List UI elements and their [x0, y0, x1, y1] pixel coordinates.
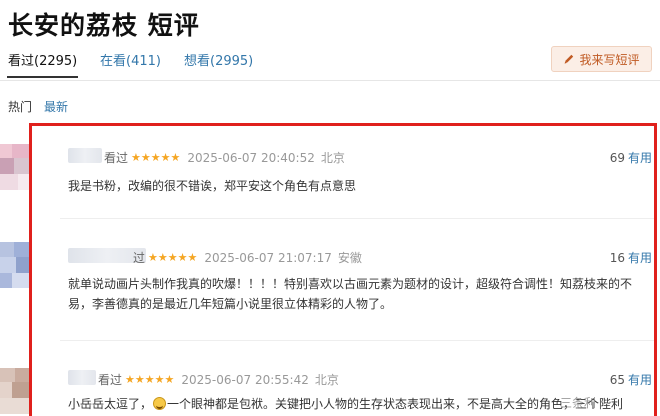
star-icon: ★	[125, 373, 135, 386]
comment-meta: 看过 ★ ★ ★ ★ ★ 2025-06-07 20:55:42 北京	[98, 371, 339, 388]
sort-hot[interactable]: 热门	[8, 98, 32, 115]
vote-count: 69	[609, 151, 625, 165]
pencil-icon	[565, 54, 574, 64]
comment-text-end: 一个眼神都是包袱。关键把小人物的生存状态表现出来，不是高大全的角色，三个陛利	[167, 397, 624, 411]
comment-meta: 过 ★ ★ ★ ★ ★ 2025-06-07 21:07:17 安徽	[133, 249, 362, 266]
star-icon: ★	[187, 251, 198, 264]
rating-stars: ★ ★ ★ ★ ★	[148, 252, 197, 263]
useful-button[interactable]: 有用	[628, 251, 652, 265]
comment-time: 2025-06-07 20:55:42	[181, 372, 309, 387]
watch-status: 看过	[98, 373, 123, 387]
rating-stars: ★ ★ ★ ★ ★	[125, 374, 174, 385]
useful-vote[interactable]: 65 有用	[610, 371, 652, 388]
star-icon: ★	[140, 151, 151, 164]
grinning-emoji-icon	[153, 397, 167, 410]
vote-count: 65	[609, 373, 625, 387]
comment-meta: 看过 ★ ★ ★ ★ ★ 2025-06-07 20:40:52 北京	[104, 149, 345, 166]
comment-time: 2025-06-07 21:07:17	[204, 250, 332, 265]
star-icon: ★	[131, 151, 141, 164]
write-review-button[interactable]: 我来写短评	[551, 46, 652, 72]
comment-divider	[60, 340, 654, 341]
useful-vote[interactable]: 69 有用	[610, 149, 652, 166]
comment-location: 北京	[320, 151, 345, 165]
write-review-label: 我来写短评	[579, 52, 640, 67]
tabs-divider	[0, 80, 660, 81]
star-icon: ★	[177, 251, 188, 264]
useful-vote[interactable]: 16 有用	[610, 249, 652, 266]
star-icon: ★	[144, 373, 155, 386]
tab-watching[interactable]: 在看(411)	[100, 50, 161, 69]
username-blurred[interactable]	[68, 370, 96, 385]
username-blurred[interactable]	[68, 148, 102, 163]
useful-button[interactable]: 有用	[628, 151, 652, 165]
star-icon: ★	[157, 251, 168, 264]
comment-location: 安徽	[337, 251, 362, 265]
useful-button[interactable]: 有用	[628, 373, 652, 387]
star-icon: ★	[160, 151, 171, 164]
watch-status: 过	[133, 251, 146, 265]
star-icon: ★	[170, 151, 181, 164]
comment-text-start: 小岳岳太逗了，	[68, 397, 153, 411]
tab-want-to-watch[interactable]: 想看(2995)	[184, 50, 253, 69]
star-icon: ★	[167, 251, 178, 264]
watch-status: 看过	[104, 151, 129, 165]
comment-text: 我是书粉，改编的很不错诶，郑平安这个角色有点意思	[68, 179, 357, 193]
comment-time: 2025-06-07 20:40:52	[187, 150, 315, 165]
page-title: 长安的荔枝 短评	[8, 11, 200, 40]
watermark-text: 三条利	[560, 396, 597, 410]
vote-count: 16	[609, 251, 625, 265]
star-icon: ★	[150, 151, 161, 164]
comment-text: 就单说动画片头制作我真的吹爆！！！！特别喜欢以古画元素为题材的设计，超级符合调性…	[68, 277, 633, 311]
star-icon: ★	[148, 251, 158, 264]
tab-watched[interactable]: 看过(2295)	[6, 50, 79, 78]
avatar[interactable]	[0, 144, 30, 190]
rating-stars: ★ ★ ★ ★ ★	[131, 152, 180, 163]
star-icon: ★	[164, 373, 175, 386]
comment-location: 北京	[314, 373, 339, 387]
sort-newest[interactable]: 最新	[44, 98, 68, 115]
avatar[interactable]	[0, 242, 30, 288]
star-icon: ★	[154, 373, 165, 386]
avatar[interactable]	[0, 368, 30, 414]
star-icon: ★	[134, 373, 145, 386]
comment-divider	[60, 218, 654, 219]
